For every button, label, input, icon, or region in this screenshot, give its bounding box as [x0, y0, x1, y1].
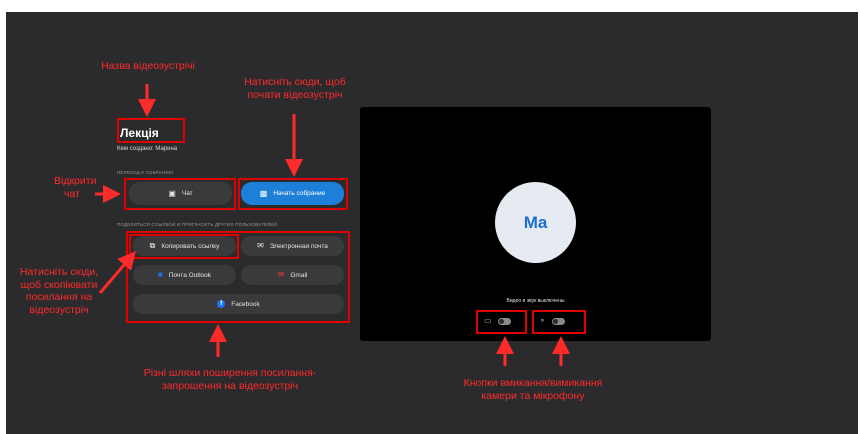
arrow-copy — [98, 251, 136, 294]
annotation-arrows — [95, 84, 570, 366]
